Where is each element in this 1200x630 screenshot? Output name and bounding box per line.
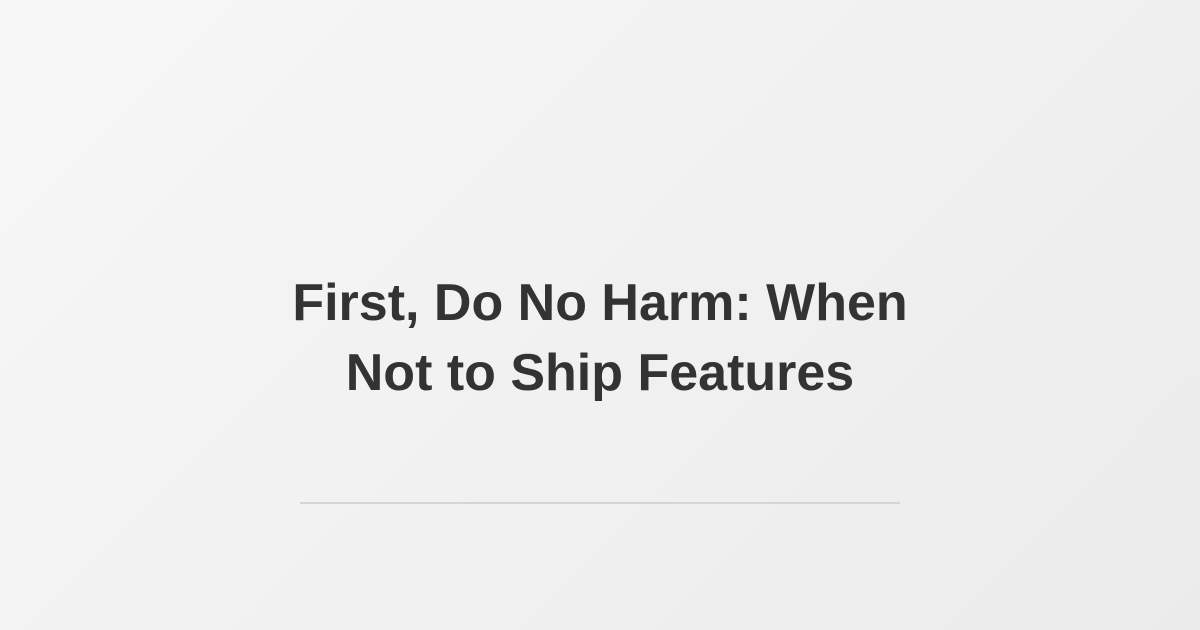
social-card: First, Do No Harm: When Not to Ship Featu… bbox=[0, 0, 1200, 630]
title-line-1: First, Do No Harm: When bbox=[292, 274, 908, 332]
title-line-2: Not to Ship Features bbox=[345, 344, 855, 402]
divider bbox=[300, 502, 900, 504]
page-title: First, Do No Harm: When Not to Ship Featu… bbox=[200, 268, 1000, 408]
